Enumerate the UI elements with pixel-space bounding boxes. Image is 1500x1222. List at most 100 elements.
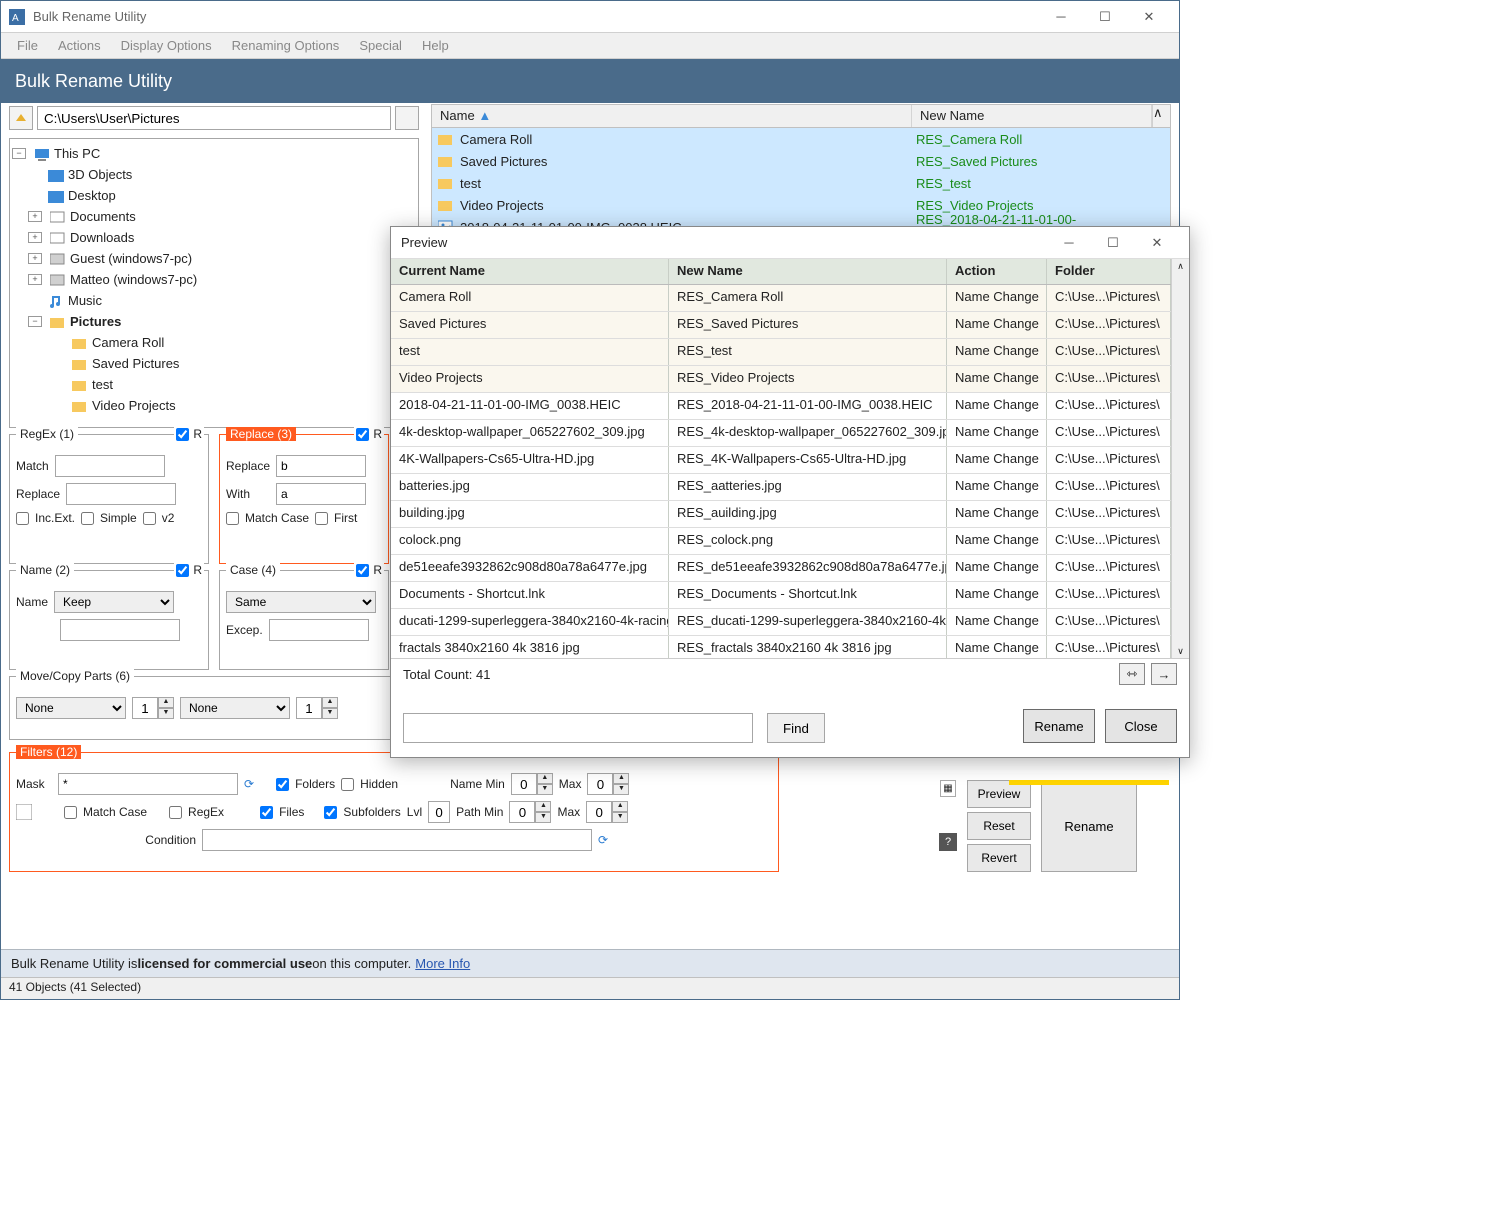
preview-close-button[interactable]: ✕ bbox=[1135, 228, 1179, 258]
tree-toggle-icon[interactable]: − bbox=[28, 316, 42, 327]
tree-toggle-icon[interactable]: − bbox=[12, 148, 26, 159]
regex-incext-check[interactable] bbox=[16, 512, 29, 525]
menu-actions[interactable]: Actions bbox=[48, 36, 111, 55]
col-newname[interactable]: New Name bbox=[912, 105, 1152, 127]
regex-v2-check[interactable] bbox=[143, 512, 156, 525]
tree-item[interactable]: Documents bbox=[70, 209, 136, 224]
preview-find-button[interactable]: Find bbox=[767, 713, 825, 743]
preview-col-new[interactable]: New Name bbox=[669, 259, 947, 284]
more-info-link[interactable]: More Info bbox=[415, 956, 470, 971]
filter-files-check[interactable] bbox=[260, 806, 273, 819]
case-mode-select[interactable]: Same bbox=[226, 591, 376, 613]
file-row[interactable]: Camera RollRES_Camera Roll bbox=[432, 128, 1170, 150]
menu-renaming-options[interactable]: Renaming Options bbox=[222, 36, 350, 55]
regex-simple-check[interactable] bbox=[81, 512, 94, 525]
refresh-icon[interactable]: ⟳ bbox=[598, 833, 608, 847]
filter-hidden-check[interactable] bbox=[341, 778, 354, 791]
scroll-up-icon[interactable]: ∧ bbox=[1152, 105, 1170, 127]
preview-row[interactable]: batteries.jpgRES_aatteries.jpgName Chang… bbox=[391, 474, 1171, 501]
tree-item[interactable]: Matteo (windows7-pc) bbox=[70, 272, 197, 287]
move-from-select[interactable]: None bbox=[16, 697, 126, 719]
preview-row[interactable]: 4k-desktop-wallpaper_065227602_309.jpgRE… bbox=[391, 420, 1171, 447]
reset-button[interactable]: Reset bbox=[967, 812, 1031, 840]
case-enable-check[interactable] bbox=[356, 564, 369, 577]
tree-item[interactable]: Guest (windows7-pc) bbox=[70, 251, 192, 266]
tree-toggle-icon[interactable]: + bbox=[28, 253, 42, 264]
filter-regex-check[interactable] bbox=[169, 806, 182, 819]
tree-sub[interactable]: Saved Pictures bbox=[92, 356, 179, 371]
preview-row[interactable]: colock.pngRES_colock.pngName ChangeC:\Us… bbox=[391, 528, 1171, 555]
up-folder-button[interactable] bbox=[9, 106, 33, 130]
tree-item[interactable]: Music bbox=[68, 293, 102, 308]
preview-row[interactable]: testRES_testName ChangeC:\Use...\Picture… bbox=[391, 339, 1171, 366]
pathmax-spinner[interactable] bbox=[586, 801, 612, 823]
tree-item[interactable]: 3D Objects bbox=[68, 167, 132, 182]
filter-condition-input[interactable] bbox=[202, 829, 592, 851]
preview-row[interactable]: 4K-Wallpapers-Cs65-Ultra-HD.jpgRES_4K-Wa… bbox=[391, 447, 1171, 474]
tree-sub[interactable]: Camera Roll bbox=[92, 335, 164, 350]
tree-pictures[interactable]: Pictures bbox=[70, 314, 121, 329]
filter-matchcase-check[interactable] bbox=[64, 806, 77, 819]
namemax-spinner[interactable] bbox=[587, 773, 613, 795]
close-button[interactable]: ✕ bbox=[1127, 2, 1171, 32]
replace-text-input[interactable] bbox=[276, 455, 366, 477]
filter-subfolders-check[interactable] bbox=[324, 806, 337, 819]
tree-item[interactable]: Downloads bbox=[70, 230, 134, 245]
preview-col-current[interactable]: Current Name bbox=[391, 259, 669, 284]
pathmin-spinner[interactable] bbox=[509, 801, 535, 823]
menu-special[interactable]: Special bbox=[349, 36, 412, 55]
filter-icon[interactable] bbox=[16, 804, 32, 820]
name-text-input[interactable] bbox=[60, 619, 180, 641]
replace-with-input[interactable] bbox=[276, 483, 366, 505]
menu-display-options[interactable]: Display Options bbox=[111, 36, 222, 55]
refresh-icon[interactable]: ⟳ bbox=[244, 777, 254, 791]
filter-mask-input[interactable] bbox=[58, 773, 238, 795]
preview-scrollbar[interactable]: ∧∨ bbox=[1171, 259, 1189, 659]
tree-toggle-icon[interactable]: + bbox=[28, 211, 42, 222]
preview-rename-button[interactable]: Rename bbox=[1023, 709, 1095, 743]
preview-maximize-button[interactable]: ☐ bbox=[1091, 228, 1135, 258]
col-name[interactable]: Name ▲ bbox=[432, 105, 912, 127]
tree-toggle-icon[interactable]: + bbox=[28, 274, 42, 285]
maximize-button[interactable]: ☐ bbox=[1083, 2, 1127, 32]
file-row[interactable]: testRES_test bbox=[432, 172, 1170, 194]
regex-match-input[interactable] bbox=[55, 455, 165, 477]
name-enable-check[interactable] bbox=[176, 564, 189, 577]
minimize-button[interactable]: ─ bbox=[1039, 2, 1083, 32]
menu-help[interactable]: Help bbox=[412, 36, 459, 55]
preview-next-button[interactable]: → bbox=[1151, 663, 1177, 685]
preview-row[interactable]: fractals 3840x2160 4k 3816 jpgRES_fracta… bbox=[391, 636, 1171, 659]
regex-enable-check[interactable] bbox=[176, 428, 189, 441]
lvl-input[interactable] bbox=[428, 801, 450, 823]
preview-close2-button[interactable]: Close bbox=[1105, 709, 1177, 743]
case-excep-input[interactable] bbox=[269, 619, 369, 641]
regex-replace-input[interactable] bbox=[66, 483, 176, 505]
preview-row[interactable]: Camera RollRES_Camera RollName ChangeC:\… bbox=[391, 285, 1171, 312]
help-icon[interactable]: ? bbox=[939, 833, 957, 851]
revert-button[interactable]: Revert bbox=[967, 844, 1031, 872]
tree-sub[interactable]: Video Projects bbox=[92, 398, 176, 413]
browse-button[interactable] bbox=[395, 106, 419, 130]
move-to-spinner[interactable] bbox=[296, 697, 322, 719]
filter-folders-check[interactable] bbox=[276, 778, 289, 791]
replace-first-check[interactable] bbox=[315, 512, 328, 525]
grid-icon[interactable]: ▦ bbox=[940, 780, 955, 797]
move-to-select[interactable]: None bbox=[180, 697, 290, 719]
preview-col-fit-button[interactable]: ⇿ bbox=[1119, 663, 1145, 685]
preview-col-action[interactable]: Action bbox=[947, 259, 1047, 284]
preview-find-input[interactable] bbox=[403, 713, 753, 743]
path-input[interactable] bbox=[37, 106, 391, 130]
file-row[interactable]: Saved PicturesRES_Saved Pictures bbox=[432, 150, 1170, 172]
preview-row[interactable]: 2018-04-21-11-01-00-IMG_0038.HEICRES_201… bbox=[391, 393, 1171, 420]
preview-row[interactable]: de51eeafe3932862c908d80a78a6477e.jpgRES_… bbox=[391, 555, 1171, 582]
tree-item[interactable]: Desktop bbox=[68, 188, 116, 203]
preview-row[interactable]: Documents - Shortcut.lnkRES_Documents - … bbox=[391, 582, 1171, 609]
name-mode-select[interactable]: Keep bbox=[54, 591, 174, 613]
rename-button[interactable]: Rename bbox=[1041, 780, 1137, 872]
move-from-spinner[interactable] bbox=[132, 697, 158, 719]
preview-minimize-button[interactable]: ─ bbox=[1047, 228, 1091, 258]
namemin-spinner[interactable] bbox=[511, 773, 537, 795]
tree-this-pc[interactable]: This PC bbox=[54, 146, 100, 161]
menu-file[interactable]: File bbox=[7, 36, 48, 55]
preview-row[interactable]: building.jpgRES_auilding.jpgName ChangeC… bbox=[391, 501, 1171, 528]
